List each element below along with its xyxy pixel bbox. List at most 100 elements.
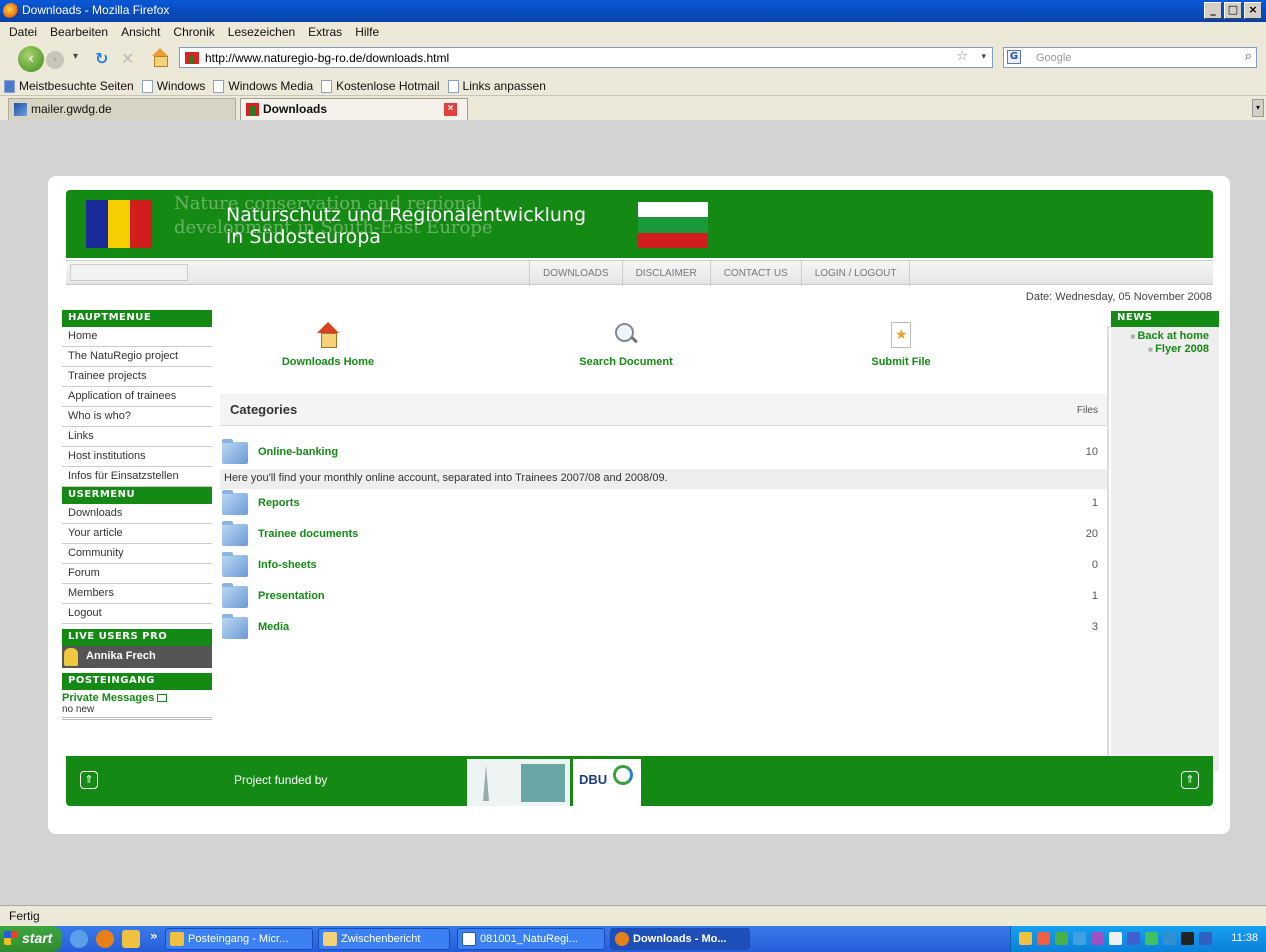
menu-item-downloads[interactable]: Downloads — [62, 504, 212, 524]
bookmark-star-icon[interactable]: ☆ — [956, 49, 968, 64]
submit-file-label[interactable]: Submit File — [821, 356, 981, 368]
start-button[interactable]: start — [0, 926, 62, 952]
menu-item-community[interactable]: Community — [62, 544, 212, 564]
home-icon[interactable] — [150, 48, 170, 67]
quicklaunch-outlook-icon[interactable] — [122, 930, 140, 948]
tray-icon[interactable] — [1145, 932, 1158, 945]
menu-bearbeiten[interactable]: Bearbeiten — [50, 25, 108, 42]
nav-login-logout[interactable]: LOGIN / LOGOUT — [802, 261, 911, 286]
quicklaunch-more-icon[interactable]: » — [150, 929, 158, 943]
search-document-action[interactable]: Search Document — [546, 322, 706, 368]
bookmark-hotmail[interactable]: Kostenlose Hotmail — [321, 77, 440, 95]
scroll-top-right-icon[interactable]: ⇑ — [1181, 771, 1199, 789]
url-dropdown-icon[interactable]: ▾ — [981, 52, 986, 62]
tray-icon[interactable] — [1109, 932, 1122, 945]
nav-downloads[interactable]: DOWNLOADS — [529, 261, 623, 286]
top-search-field[interactable] — [70, 264, 188, 281]
search-engine-icon[interactable]: G — [1007, 50, 1021, 64]
category-name[interactable]: Media — [258, 621, 289, 633]
menu-item-trainee-projects[interactable]: Trainee projects — [62, 367, 212, 387]
menu-item-home[interactable]: Home — [62, 327, 212, 347]
downloads-home-label[interactable]: Downloads Home — [248, 356, 408, 368]
category-row[interactable]: Presentation 1 — [220, 582, 1108, 613]
search-document-label[interactable]: Search Document — [546, 356, 706, 368]
quicklaunch-firefox-icon[interactable] — [96, 930, 114, 948]
close-tab-icon[interactable]: × — [444, 103, 457, 116]
tray-icon[interactable] — [1181, 932, 1194, 945]
tray-icon[interactable] — [1163, 932, 1176, 945]
news-item-flyer-2008[interactable]: Flyer 2008 — [1111, 343, 1219, 356]
tab-downloads[interactable]: Downloads × — [240, 98, 468, 120]
tray-icon[interactable] — [1055, 932, 1068, 945]
bookmark-links-anpassen[interactable]: Links anpassen — [447, 77, 546, 95]
menu-ansicht[interactable]: Ansicht — [121, 25, 160, 42]
category-name[interactable]: Online-banking — [258, 446, 338, 458]
menu-item-members[interactable]: Members — [62, 584, 212, 604]
tray-icon[interactable] — [1199, 932, 1212, 945]
search-go-icon[interactable]: ⌕ — [1245, 49, 1252, 64]
flag-stripe — [638, 232, 708, 248]
history-dropdown-icon[interactable]: ▾ — [73, 51, 78, 62]
tab-mailer[interactable]: mailer.gwdg.de — [8, 98, 236, 120]
folder-icon — [222, 521, 248, 546]
news-item-back-at-home[interactable]: Back at home — [1111, 330, 1219, 343]
menu-lesezeichen[interactable]: Lesezeichen — [228, 25, 295, 42]
menu-datei[interactable]: Datei — [9, 25, 37, 42]
category-row[interactable]: Reports 1 — [220, 489, 1108, 520]
category-row[interactable]: Media 3 — [220, 613, 1108, 644]
minimize-button[interactable]: _ — [1204, 2, 1222, 19]
url-bar[interactable]: http://www.naturegio-bg-ro.de/downloads.… — [179, 47, 993, 68]
menu-item-links[interactable]: Links — [62, 427, 212, 447]
menu-chronik[interactable]: Chronik — [173, 25, 214, 42]
nav-disclaimer[interactable]: DISCLAIMER — [623, 261, 711, 286]
tray-icon[interactable] — [1091, 932, 1104, 945]
nav-contact-us[interactable]: CONTACT US — [711, 261, 802, 286]
bookmark-meistbesuchte[interactable]: Meistbesuchte Seiten — [4, 77, 134, 95]
task-firefox-downloads[interactable]: Downloads - Mo... — [610, 928, 750, 950]
bookmark-windows-media[interactable]: Windows Media — [213, 77, 313, 95]
category-name[interactable]: Info-sheets — [258, 559, 317, 571]
category-name[interactable]: Reports — [258, 497, 300, 509]
category-row[interactable]: Trainee documents 20 — [220, 520, 1108, 551]
category-row[interactable]: Info-sheets 0 — [220, 551, 1108, 582]
category-name[interactable]: Trainee documents — [258, 528, 358, 540]
tab-list-icon[interactable]: ▾ — [1252, 99, 1264, 117]
downloads-home-action[interactable]: Downloads Home — [248, 322, 408, 368]
bookmark-windows[interactable]: Windows — [141, 77, 205, 95]
task-zwischenbericht[interactable]: Zwischenbericht — [318, 928, 450, 950]
back-button[interactable]: ‹ — [18, 46, 44, 72]
download-actions: Downloads Home Search Document Submit Fi… — [218, 322, 1108, 392]
quicklaunch-ie-icon[interactable] — [70, 930, 88, 948]
online-user[interactable]: Annika Frech — [62, 646, 212, 668]
menu-extras[interactable]: Extras — [308, 25, 342, 42]
page-container: Nature conservation and regional develop… — [48, 176, 1230, 834]
scroll-top-left-icon[interactable]: ⇑ — [80, 771, 98, 789]
menu-item-your-article[interactable]: Your article — [62, 524, 212, 544]
submit-file-action[interactable]: Submit File — [821, 322, 981, 368]
tray-icon[interactable] — [1019, 932, 1032, 945]
task-naturegio-doc[interactable]: 081001_NatuRegi... — [457, 928, 605, 950]
menu-item-infos-einsatzstellen[interactable]: Infos für Einsatzstellen — [62, 467, 212, 487]
forward-button[interactable]: › — [46, 51, 64, 69]
tray-icon[interactable] — [1037, 932, 1050, 945]
menu-item-logout[interactable]: Logout — [62, 604, 212, 624]
task-posteingang[interactable]: Posteingang - Micr... — [165, 928, 313, 950]
category-name[interactable]: Presentation — [258, 590, 325, 602]
search-input[interactable]: Google — [1036, 52, 1071, 64]
stop-icon[interactable]: ✕ — [121, 49, 134, 68]
url-text[interactable]: http://www.naturegio-bg-ro.de/downloads.… — [205, 51, 449, 65]
menu-hilfe[interactable]: Hilfe — [355, 25, 379, 42]
reload-icon[interactable]: ↻ — [95, 49, 108, 68]
menu-item-forum[interactable]: Forum — [62, 564, 212, 584]
search-bar[interactable]: G Google ⌕ — [1003, 47, 1257, 68]
tray-icon[interactable] — [1127, 932, 1140, 945]
category-row[interactable]: Online-banking 10 — [220, 438, 1108, 469]
menu-item-application[interactable]: Application of trainees — [62, 387, 212, 407]
close-button[interactable]: × — [1244, 2, 1262, 19]
menu-item-who-is-who[interactable]: Who is who? — [62, 407, 212, 427]
tray-icon[interactable] — [1073, 932, 1086, 945]
menu-item-host-institutions[interactable]: Host institutions — [62, 447, 212, 467]
private-messages-link[interactable]: Private Messages — [62, 690, 212, 704]
menu-item-naturegio-project[interactable]: The NatuRegio project — [62, 347, 212, 367]
maximize-button[interactable]: □ — [1224, 2, 1242, 19]
